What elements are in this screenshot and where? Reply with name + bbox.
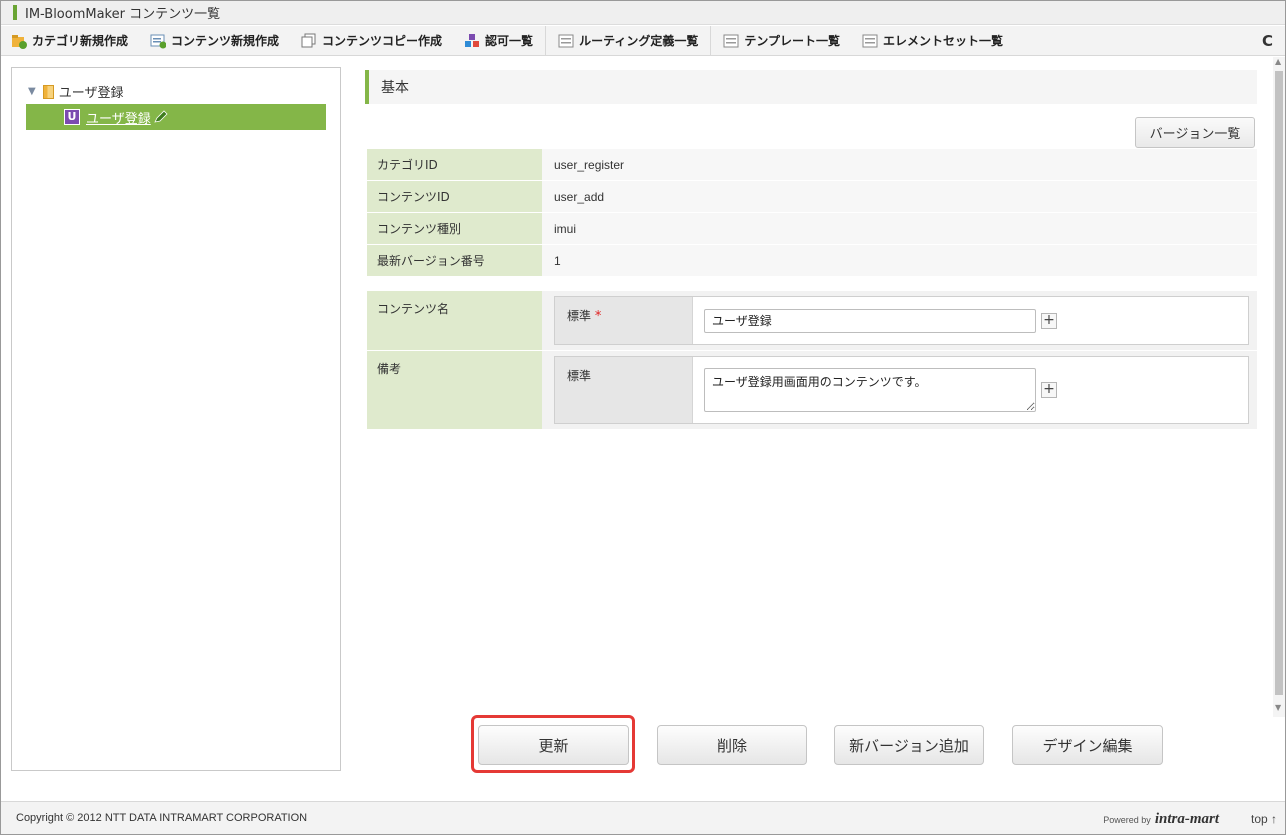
window-titlebar: IM-BloomMaker コンテンツ一覧 [1,1,1285,25]
window-title: IM-BloomMaker コンテンツ一覧 [25,7,221,22]
powered-by-text: Powered by [1103,814,1151,825]
toolbar-authz-list[interactable]: 認可一覧 [464,32,533,49]
toolbar-separator [545,25,547,56]
expand-triangle-icon[interactable]: ▼ [28,86,36,97]
copy-icon [301,33,316,47]
required-mark: * [594,309,602,324]
list-icon [862,34,878,47]
toolbar-content-new-label: コンテンツ新規作成 [171,34,280,48]
info-value: 1 [542,245,1257,277]
design-edit-button[interactable]: デザイン編集 [1012,725,1163,765]
toolbar-separator [710,25,712,56]
back-to-top-link[interactable]: top ↑ [1251,812,1277,826]
scroll-up-arrow-icon[interactable]: ▲ [1275,57,1281,66]
intra-mart-logo: intra-mart [1154,811,1219,827]
form-row-note: 備考 標準 ユーザ登録用画面用のコンテンツです。 + [367,351,1257,429]
locale-field: + [693,297,1248,344]
toolbar-elementset-list-label: エレメントセット一覧 [883,34,1004,48]
scroll-down-arrow-icon[interactable]: ▼ [1275,703,1281,712]
refresh-icon[interactable]: C [1262,32,1273,50]
info-key: カテゴリID [367,149,542,181]
tree-node-content-selected[interactable]: U ユーザ登録 [26,104,326,130]
toolbar-elementset-list[interactable]: エレメントセット一覧 [862,32,1003,49]
toolbar-content-new[interactable]: コンテンツ新規作成 [150,32,279,49]
delete-button[interactable]: 削除 [657,725,807,765]
tree-node-category[interactable]: ▼ ユーザ登録 [28,82,123,101]
title-mark-icon [13,5,17,20]
toolbar-content-copy-label: コンテンツコピー作成 [322,34,443,48]
powered-by-logo: Powered by intra-mart [1103,811,1219,828]
locale-label: 標準 [555,357,693,423]
toolbar-category-new[interactable]: カテゴリ新規作成 [11,32,128,49]
update-button[interactable]: 更新 [478,725,629,765]
content-type-badge-icon: U [64,109,80,125]
toolbar-category-new-label: カテゴリ新規作成 [32,34,129,48]
add-locale-plus-icon[interactable]: + [1041,382,1057,398]
locale-field: ユーザ登録用画面用のコンテンツです。 + [693,357,1248,423]
info-key: 最新バージョン番号 [367,245,542,277]
toolbar-routing-list-label: ルーティング定義一覧 [579,34,699,48]
pencil-icon[interactable] [153,110,169,124]
version-list-button[interactable]: バージョン一覧 [1135,117,1255,148]
locale-group: 標準 ユーザ登録用画面用のコンテンツです。 + [554,356,1249,424]
content-add-icon [150,34,167,48]
info-value: imui [542,213,1257,245]
info-row-latest-version: 最新バージョン番号 1 [367,245,1257,277]
content-scrollbar[interactable]: ▲ ▼ [1273,57,1285,717]
info-row-content-type: コンテンツ種別 imui [367,213,1257,245]
locale-label: 標準 * [555,297,693,344]
tree-node-category-label: ユーザ登録 [58,86,124,101]
locale-group: 標準 * + [554,296,1249,345]
note-textarea[interactable]: ユーザ登録用画面用のコンテンツです。 [704,368,1036,412]
toolbar: カテゴリ新規作成 コンテンツ新規作成 コンテンツコピー作成 認可一覧 ルーティン… [1,25,1285,56]
info-row-content-id: コンテンツID user_add [367,181,1257,213]
content-name-input[interactable] [704,308,1036,333]
form-value-note: 標準 ユーザ登録用画面用のコンテンツです。 + [542,351,1257,429]
add-new-version-button[interactable]: 新バージョン追加 [834,725,984,765]
copyright-text: Copyright © 2012 NTT DATA INTRAMART CORP… [16,812,308,824]
add-locale-plus-icon[interactable]: + [1041,312,1057,329]
folder-add-icon [12,34,27,49]
form-label-note: 備考 [367,351,542,429]
toolbar-routing-list[interactable]: ルーティング定義一覧 [558,32,698,49]
blocks-icon [465,33,480,47]
scroll-thumb[interactable] [1275,71,1283,695]
section-heading: 基本 [365,70,1257,104]
form-value-content-name: 標準 * + [542,291,1257,350]
info-key: コンテンツ種別 [367,213,542,245]
list-icon [558,34,574,47]
form-row-content-name: コンテンツ名 標準 * + [367,291,1257,350]
section-title: 基本 [381,80,409,96]
list-icon [723,34,739,47]
folder-icon [42,84,54,99]
form-label-content-name: コンテンツ名 [367,291,542,350]
locale-label-text: 標準 [567,309,592,323]
info-value: user_register [542,149,1257,181]
locale-label-text: 標準 [567,369,592,383]
content-tree-panel: ▼ ユーザ登録 U ユーザ登録 [11,67,341,771]
info-key: コンテンツID [367,181,542,213]
toolbar-template-list-label: テンプレート一覧 [744,34,840,48]
toolbar-template-list[interactable]: テンプレート一覧 [723,32,840,49]
info-row-category-id: カテゴリID user_register [367,149,1257,181]
info-value: user_add [542,181,1257,213]
footer: Copyright © 2012 NTT DATA INTRAMART CORP… [1,801,1285,834]
tree-node-content-label[interactable]: ユーザ登録 [86,108,151,127]
toolbar-content-copy[interactable]: コンテンツコピー作成 [301,32,442,49]
toolbar-authz-list-label: 認可一覧 [485,34,534,48]
